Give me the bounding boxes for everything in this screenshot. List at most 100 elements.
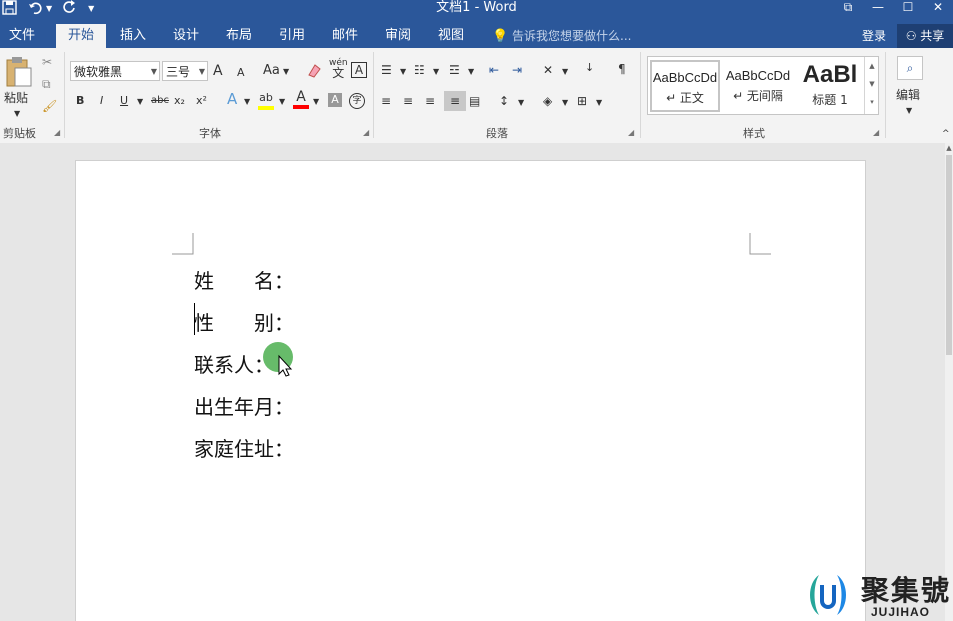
clear-format-icon[interactable] [305, 61, 323, 79]
bullets-button[interactable]: ☰ [381, 62, 392, 78]
chevron-down-icon[interactable]: ▼ [313, 94, 319, 110]
tab-view[interactable]: 视图 [428, 24, 474, 48]
tab-home[interactable]: 开始 [56, 24, 106, 48]
paste-label[interactable]: 粘贴 [4, 90, 28, 106]
find-icon[interactable]: ⌕ [897, 56, 923, 80]
char-shading-button[interactable]: A [328, 93, 342, 107]
style-normal[interactable]: AaBbCcDd ↵ 正文 [650, 60, 720, 112]
phonetic-guide-button[interactable]: wén 文 [329, 58, 348, 80]
numbering-button[interactable]: ☷ [414, 62, 425, 78]
more-styles-icon[interactable]: ▾ [865, 93, 879, 111]
chevron-down-icon[interactable]: ▼ [137, 94, 143, 110]
share-button[interactable]: ⚇ 共享 [897, 24, 953, 48]
style-no-spacing[interactable]: AaBbCcDd ↵ 无间隔 [723, 60, 793, 112]
chevron-down-icon[interactable]: ▼ [244, 94, 250, 110]
clipboard-launcher-icon[interactable]: ◢ [54, 128, 60, 137]
font-color-bar [293, 105, 309, 109]
tab-insert[interactable]: 插入 [110, 24, 156, 48]
chevron-down-icon[interactable]: ▼ [562, 64, 568, 80]
maximize-icon[interactable]: ☐ [893, 0, 923, 16]
chevron-down-icon[interactable]: ▼ [468, 64, 474, 80]
gallery-scroll[interactable]: ▲ ▼ ▾ [864, 57, 879, 114]
text-line-birthdate[interactable]: 出生年月： [194, 391, 294, 420]
chevron-down-icon[interactable]: ▼ [562, 95, 568, 111]
chevron-down-icon[interactable]: ▼ [596, 95, 602, 111]
close-icon[interactable]: ✕ [923, 0, 953, 16]
paste-icon[interactable] [5, 56, 33, 88]
decrease-indent-button[interactable]: ⇤ [489, 62, 499, 78]
enclose-char-button[interactable]: 字 [349, 93, 365, 109]
text-line-name[interactable]: 姓 名： [194, 265, 294, 294]
highlight-button[interactable]: ab [258, 90, 274, 110]
sort-button[interactable]: ↓ [585, 60, 594, 76]
tab-layout[interactable]: 布局 [216, 24, 262, 48]
tab-references[interactable]: 引用 [269, 24, 315, 48]
text-effects-button[interactable]: A [227, 91, 237, 107]
chevron-down-icon[interactable]: ▼ [283, 64, 289, 80]
shading-button[interactable]: ◈ [543, 93, 552, 109]
increase-indent-button[interactable]: ⇥ [512, 62, 522, 78]
editing-label[interactable]: 编辑 [896, 87, 920, 103]
superscript-button[interactable]: x² [196, 93, 207, 109]
align-center-button[interactable]: ≡ [403, 93, 413, 109]
sign-in-link[interactable]: 登录 [862, 24, 886, 48]
styles-group-label: 样式 [743, 127, 765, 140]
window-title: 文档1 - Word [436, 0, 517, 15]
chevron-down-icon[interactable]: ▼ [518, 95, 524, 111]
text-line-address[interactable]: 家庭住址： [194, 433, 294, 462]
font-name-combo[interactable]: 微软雅黑 ▼ [70, 61, 160, 81]
tab-mailings[interactable]: 邮件 [322, 24, 368, 48]
collapse-ribbon-icon[interactable]: ^ [942, 126, 950, 142]
chevron-down-icon[interactable]: ▼ [433, 64, 439, 80]
tell-me-text: 告诉我您想要做什么... [512, 29, 632, 43]
strikethrough-button[interactable]: abc [151, 93, 169, 109]
paste-dropdown-icon[interactable]: ▼ [14, 106, 20, 122]
grow-font-button[interactable]: A [213, 63, 223, 79]
document-page[interactable]: 姓 名： 性 别： 联系人： 出生年月： 家庭住址： [75, 160, 866, 621]
chevron-down-icon[interactable]: ▼ [906, 103, 912, 119]
multilevel-list-button[interactable]: ☲ [449, 62, 460, 78]
text-line-contact[interactable]: 联系人： [194, 349, 274, 378]
scroll-up-icon[interactable]: ▲ [865, 57, 879, 75]
borders-button[interactable]: ⊞ [577, 93, 587, 109]
justify-button[interactable]: ≡ [444, 91, 466, 111]
show-marks-button[interactable]: ¶ [618, 61, 626, 77]
vertical-scrollbar[interactable]: ▲ [945, 143, 953, 621]
tab-file[interactable]: 文件 [0, 24, 44, 48]
tab-design[interactable]: 设计 [163, 24, 209, 48]
tab-review[interactable]: 审阅 [375, 24, 421, 48]
distributed-button[interactable]: ▤ [469, 93, 480, 109]
chevron-down-icon[interactable]: ▼ [400, 64, 406, 80]
style-heading-1[interactable]: AaBl 标题 1 [795, 60, 865, 112]
shrink-font-button[interactable]: A [237, 65, 245, 81]
change-case-button[interactable]: Aa [263, 63, 280, 79]
chevron-down-icon[interactable]: ▼ [279, 94, 285, 110]
paragraph-launcher-icon[interactable]: ◢ [628, 128, 634, 137]
copy-icon[interactable]: ⧉ [42, 76, 51, 92]
italic-button[interactable]: I [100, 93, 103, 109]
underline-button[interactable]: U [120, 93, 128, 109]
text-line-gender[interactable]: 性 别： [194, 307, 294, 336]
separator [885, 52, 886, 138]
cut-icon[interactable]: ✂ [42, 54, 52, 70]
ribbon-display-icon[interactable]: ⧉ [833, 0, 863, 16]
font-size-combo[interactable]: 三号 ▼ [162, 61, 208, 81]
chinese-layout-button[interactable]: ✕ [543, 62, 553, 78]
char-border-button[interactable]: A [351, 62, 367, 78]
scroll-down-icon[interactable]: ▼ [865, 75, 879, 93]
font-color-button[interactable]: A [293, 89, 309, 109]
align-left-button[interactable]: ≡ [381, 93, 391, 109]
subscript-button[interactable]: x₂ [174, 93, 185, 109]
line-spacing-button[interactable]: ↕ [499, 93, 509, 109]
scroll-up-icon[interactable]: ▲ [945, 143, 953, 153]
styles-launcher-icon[interactable]: ◢ [873, 128, 879, 137]
format-painter-icon[interactable]: 🖌 [42, 98, 57, 114]
style-sample: AaBbCcDd [725, 68, 791, 83]
brand-cn: 聚集號 [861, 574, 952, 607]
tell-me-box[interactable]: 💡 告诉我您想要做什么... [492, 24, 631, 49]
scroll-thumb[interactable] [946, 155, 952, 355]
align-right-button[interactable]: ≡ [425, 93, 435, 109]
font-launcher-icon[interactable]: ◢ [363, 128, 369, 137]
bold-button[interactable]: B [76, 93, 84, 109]
minimize-icon[interactable]: — [863, 0, 893, 16]
